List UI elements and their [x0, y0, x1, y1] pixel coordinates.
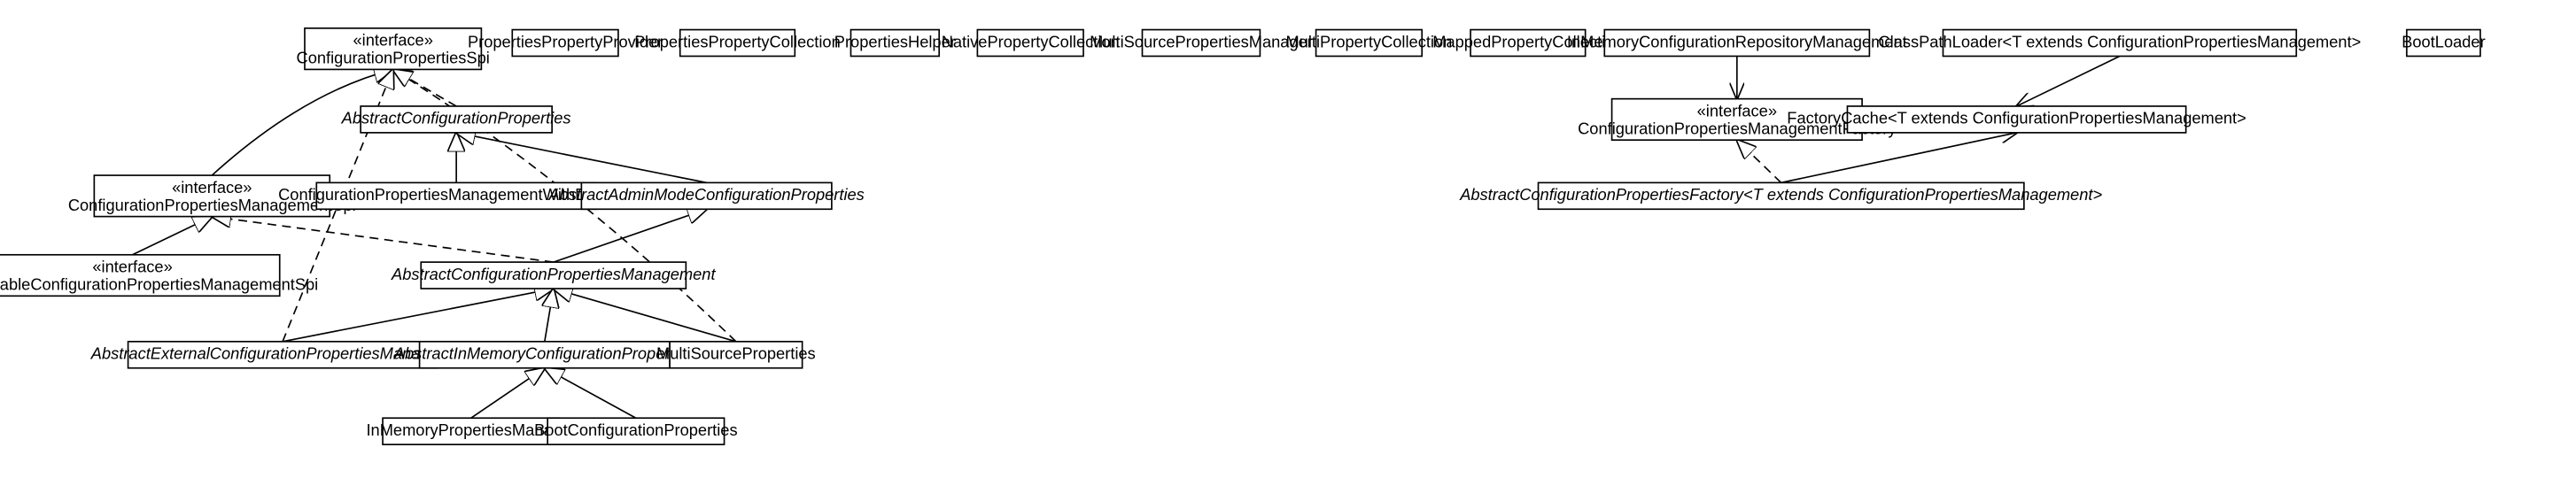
svg-text:MultiSourcePropertiesManager: MultiSourcePropertiesManager [1090, 32, 1313, 50]
svg-text:AbstractConfigurationPropertie: AbstractConfigurationProperties [341, 109, 571, 127]
svg-text:PropertiesHelper: PropertiesHelper [834, 32, 956, 50]
class-InMemoryConfigurationRepositoryManagement: InMemoryConfigurationRepositoryManagemen… [1567, 30, 1907, 57]
class-SerializableConfigurationPropertiesManagementSpi: «interface»SerializableConfigurationProp… [0, 255, 318, 297]
svg-text:PropertiesPropertyProvider: PropertiesPropertyProvider [468, 32, 663, 50]
svg-text:ConfigurationPropertiesSpi: ConfigurationPropertiesSpi [297, 49, 490, 67]
uml-diagram: «interface»ConfigurationPropertiesSpiPro… [0, 0, 2576, 486]
svg-text:BootLoader: BootLoader [2401, 32, 2485, 50]
svg-text:AbstractConfigurationPropertie: AbstractConfigurationPropertiesFactory<T… [1459, 185, 2102, 204]
class-ClassPathLoader: ClassPathLoader<T extends ConfigurationP… [1878, 30, 2361, 57]
svg-text:AbstractAdminModeConfiguration: AbstractAdminModeConfigurationProperties [547, 185, 864, 204]
edge-AbstractConfigurationPropertiesManagement-AbstractAdminModeConfigurationProperties [554, 209, 707, 262]
svg-text:«interface»: «interface» [1697, 101, 1777, 120]
class-MultiPropertyCollection: MultiPropertyCollection [1285, 30, 1452, 57]
edge-AbstractAdminModeConfigurationProperties-AbstractConfigurationProperties [456, 133, 706, 182]
svg-text:AbstractConfigurationPropertie: AbstractConfigurationPropertiesManagemen… [391, 265, 716, 283]
class-AbstractInMemoryConfigurationProperties: AbstractInMemoryConfigurationProperties [393, 342, 695, 368]
class-AbstractConfigurationPropertiesManagement: AbstractConfigurationPropertiesManagemen… [391, 262, 716, 289]
edge-AbstractExternalConfigurationPropertiesManagement-AbstractConfigurationPropertiesManagement [283, 289, 554, 342]
class-MultiSourceProperties: MultiSourceProperties [656, 342, 816, 368]
svg-text:«interface»: «interface» [172, 178, 252, 197]
class-ConfigurationPropertiesSpi: «interface»ConfigurationPropertiesSpi [297, 28, 490, 70]
class-MultiSourcePropertiesManager: MultiSourcePropertiesManager [1090, 30, 1313, 57]
svg-text:«interface»: «interface» [353, 31, 432, 50]
edge-SerializableConfigurationPropertiesManagementSpi-ConfigurationPropertiesManagementSpi [133, 217, 213, 255]
edge-ClassPathLoader-FactoryCache [2017, 56, 2120, 105]
svg-text:FactoryCache<T extends Configu: FactoryCache<T extends ConfigurationProp… [1787, 109, 2246, 127]
edge-InMemoryPropertiesManager-AbstractInMemoryConfigurationProperties [471, 368, 545, 418]
svg-text:MultiPropertyCollection: MultiPropertyCollection [1285, 32, 1452, 50]
svg-text:BootConfigurationProperties: BootConfigurationProperties [534, 420, 737, 439]
edge-AbstractConfigurationPropertiesFactory-ConfigurationPropertiesManagementFactory [1737, 140, 1781, 182]
class-AbstractAdminModeConfigurationProperties: AbstractAdminModeConfigurationProperties [547, 182, 864, 209]
svg-text:«interface»: «interface» [92, 258, 172, 276]
class-FactoryCache: FactoryCache<T extends ConfigurationProp… [1787, 106, 2246, 133]
svg-text:MultiSourceProperties: MultiSourceProperties [656, 344, 816, 363]
edge-BootConfigurationProperties-AbstractInMemoryConfigurationProperties [545, 368, 636, 418]
class-PropertiesPropertyProvider: PropertiesPropertyProvider [468, 30, 663, 57]
class-BootConfigurationProperties: BootConfigurationProperties [534, 418, 737, 444]
svg-text:AbstractInMemoryConfigurationP: AbstractInMemoryConfigurationProperties [393, 344, 695, 363]
edge-AbstractInMemoryConfigurationProperties-AbstractConfigurationPropertiesManagement [545, 289, 554, 342]
class-AbstractConfigurationPropertiesFactory: AbstractConfigurationPropertiesFactory<T… [1459, 182, 2102, 209]
svg-text:SerializableConfigurationPrope: SerializableConfigurationPropertiesManag… [0, 275, 318, 294]
class-BootLoader: BootLoader [2401, 30, 2485, 57]
class-PropertiesPropertyCollection: PropertiesPropertyCollection [634, 30, 841, 57]
svg-text:InMemoryConfigurationRepositor: InMemoryConfigurationRepositoryManagemen… [1567, 32, 1907, 50]
svg-text:ClassPathLoader<T extends Conf: ClassPathLoader<T extends ConfigurationP… [1878, 32, 2361, 50]
class-PropertiesHelper: PropertiesHelper [834, 30, 956, 57]
svg-text:PropertiesPropertyCollection: PropertiesPropertyCollection [634, 32, 841, 50]
class-AbstractConfigurationProperties: AbstractConfigurationProperties [341, 106, 571, 133]
